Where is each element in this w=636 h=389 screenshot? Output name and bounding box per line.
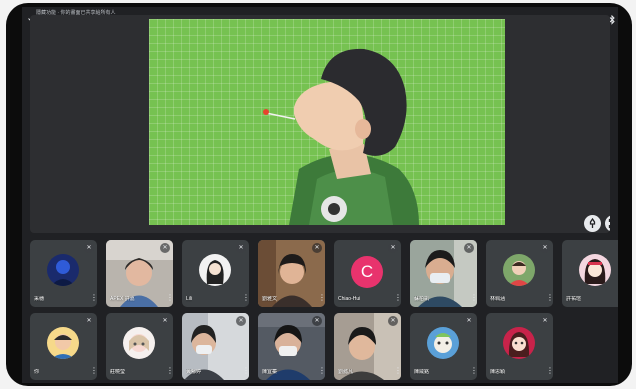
participant-name: 你: [34, 369, 40, 375]
avatar: [199, 254, 231, 286]
participant-tile[interactable]: ✕ 劉懿凡 ⋮: [334, 313, 401, 380]
more-options-icon[interactable]: ⋮: [242, 366, 249, 376]
more-options-icon[interactable]: ⋮: [242, 293, 249, 303]
participant-name: 劉懿凡: [338, 369, 354, 375]
avatar: [427, 327, 459, 359]
more-options-icon[interactable]: ⋮: [470, 366, 477, 376]
tablet-frame: ⌄ 隱藏功能 · 你的畫面已共享給所有人 awy-ccoa-guk›: [6, 3, 632, 386]
more-options-icon[interactable]: ⋮: [546, 293, 553, 303]
fullscreen-button[interactable]: [605, 215, 610, 232]
more-options-icon[interactable]: ⋮: [90, 366, 97, 376]
green-screen-video: [149, 19, 505, 225]
mic-off-icon: ✕: [540, 243, 550, 253]
participant-name: 蘇柏凱: [414, 296, 430, 302]
more-options-icon[interactable]: ⋮: [394, 293, 401, 303]
avatar: [503, 254, 535, 286]
mic-off-icon: ✕: [312, 316, 322, 326]
mic-off-icon: ✕: [312, 243, 322, 253]
participant-name: 陳威銘: [414, 369, 430, 375]
participant-name: 劉雅文: [262, 296, 278, 302]
participant-name: 陳思穎: [490, 369, 506, 375]
participant-tile[interactable]: ✕ 陳思穎 ⋮: [486, 313, 553, 380]
more-options-icon[interactable]: ⋮: [470, 293, 477, 303]
avatar: [47, 327, 79, 359]
participant-tile[interactable]: ✕ 許祐瑄 ⋮: [562, 240, 618, 307]
mic-off-icon: ✕: [84, 243, 94, 253]
participant-tile[interactable]: ✕ 劉雅文 ⋮: [258, 240, 325, 307]
mic-off-icon: ✕: [236, 316, 246, 326]
participant-tile[interactable]: ✕ 莊曉瑩 ⋮: [106, 313, 173, 380]
mic-off-icon: ✕: [160, 243, 170, 253]
mic-off-icon: ✕: [464, 316, 474, 326]
participant-tile[interactable]: ✕ 林珮涵 ⋮: [486, 240, 553, 307]
participant-name: APEX 許嘉: [110, 296, 135, 302]
boy-silhouette: [263, 48, 419, 225]
participant-tile[interactable]: ✕ 你 ⋮: [30, 313, 97, 380]
more-options-icon[interactable]: ⋮: [394, 366, 401, 376]
more-options-icon[interactable]: ⋮: [90, 293, 97, 303]
more-options-icon[interactable]: ⋮: [318, 293, 325, 303]
participant-tile[interactable]: ✕ 黃郁婷 ⋮: [182, 313, 249, 380]
pin-button[interactable]: [584, 215, 601, 232]
mic-off-icon: ✕: [616, 243, 618, 253]
mic-off-icon: ✕: [388, 316, 398, 326]
mic-off-icon: ✕: [236, 243, 246, 253]
more-options-icon[interactable]: ⋮: [318, 366, 325, 376]
letter-avatar: C: [351, 256, 383, 288]
participant-tile[interactable]: ✕ 蘇柏凱 ⋮: [410, 240, 477, 307]
avatar: [123, 327, 155, 359]
more-options-icon[interactable]: ⋮: [166, 366, 173, 376]
participant-name: 莊曉瑩: [110, 369, 126, 375]
avatar: [47, 254, 79, 286]
participant-tile[interactable]: ✕ 陳宜蓁 ⋮: [258, 313, 325, 380]
participant-name: 許祐瑄: [566, 296, 582, 302]
avatar: [503, 327, 535, 359]
mic-off-icon: ✕: [160, 316, 170, 326]
more-options-icon[interactable]: ⋮: [166, 293, 173, 303]
participant-name: 采穗: [34, 296, 45, 302]
participant-tile[interactable]: C ✕ Chiao-Hui ⋮: [334, 240, 401, 307]
more-options-icon[interactable]: ⋮: [546, 366, 553, 376]
participant-tile[interactable]: ✕ APEX 許嘉 ⋮: [106, 240, 173, 307]
participant-name: 黃郁婷: [186, 369, 202, 375]
participant-name: Lili: [186, 296, 193, 302]
mic-off-icon: ✕: [464, 243, 474, 253]
avatar: [579, 254, 611, 286]
participant-tile[interactable]: ✕ 陳威銘 ⋮: [410, 313, 477, 380]
participant-tile[interactable]: ✕ 采穗 ⋮: [30, 240, 97, 307]
mic-off-icon: ✕: [84, 316, 94, 326]
participant-name: 陳宜蓁: [262, 369, 278, 375]
mic-off-icon: ✕: [388, 243, 398, 253]
mic-off-icon: ✕: [540, 316, 550, 326]
participant-name: Chiao-Hui: [338, 296, 361, 302]
presentation-stage: [30, 15, 610, 233]
participant-name: 林珮涵: [490, 296, 506, 302]
meet-screen: ⌄ 隱藏功能 · 你的畫面已共享給所有人 awy-ccoa-guk›: [22, 7, 618, 383]
participant-tile[interactable]: ✕ Lili ⋮: [182, 240, 249, 307]
